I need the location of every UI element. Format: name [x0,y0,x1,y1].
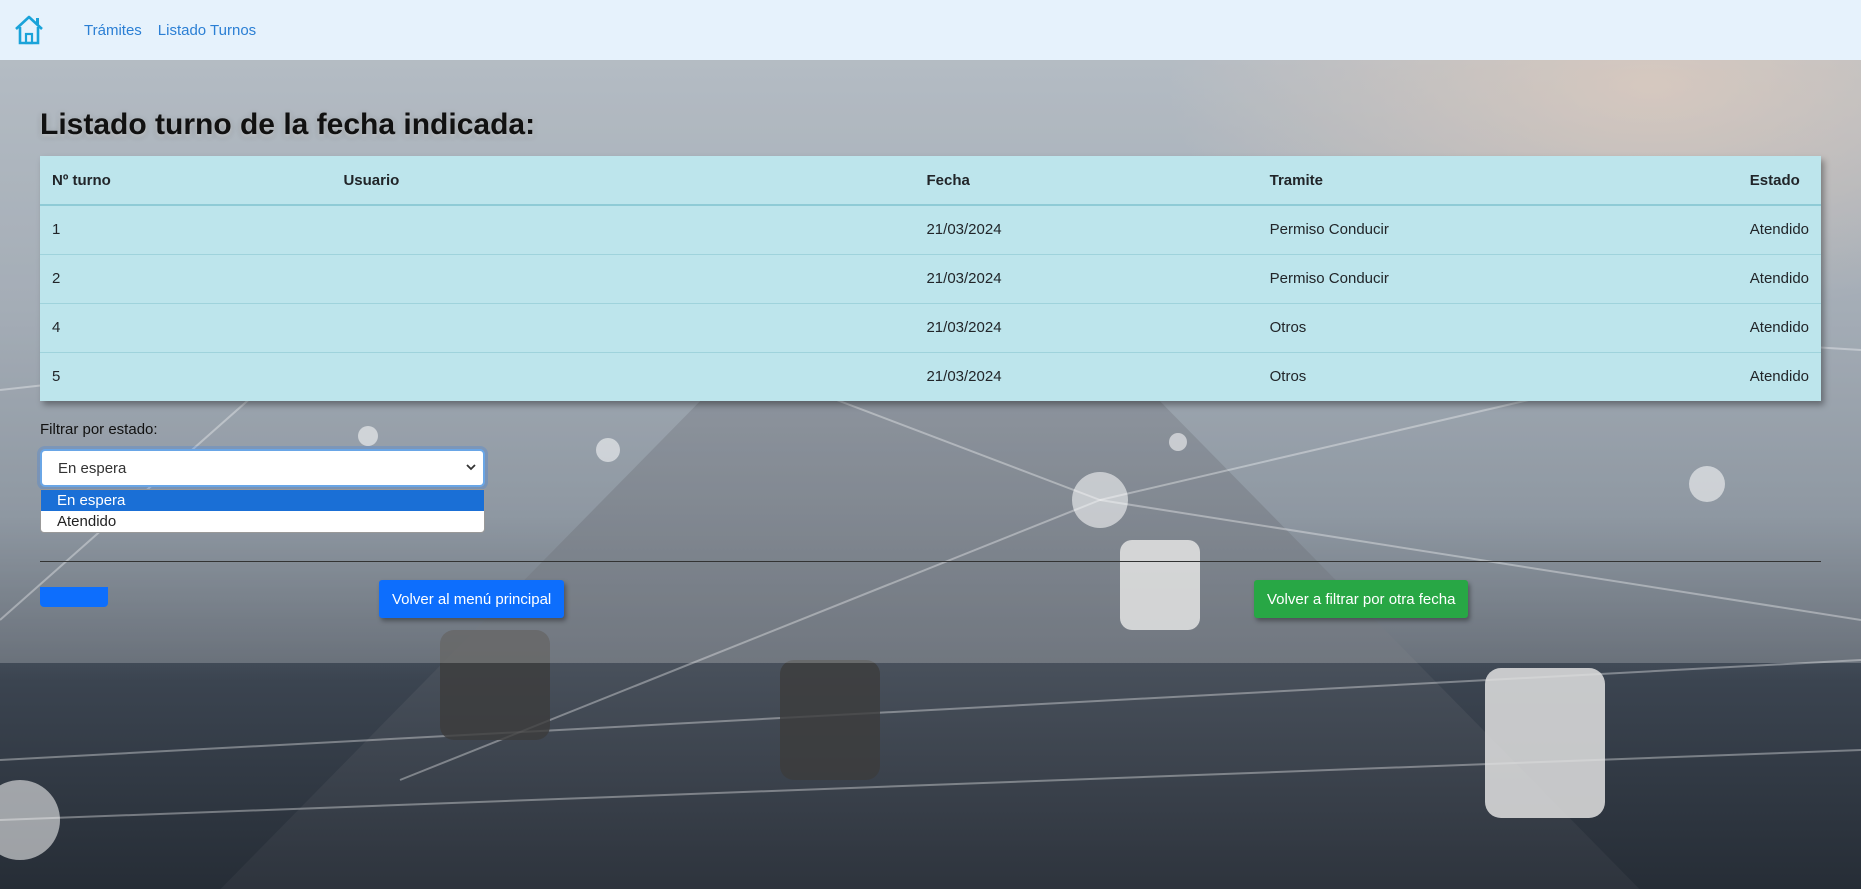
estado-dropdown-list: En espera Atendido [40,489,485,533]
cell-numero: 1 [40,204,332,254]
table-row: 4 21/03/2024 Otros Atendido [40,302,1821,352]
nav-link-listado-turnos[interactable]: Listado Turnos [158,22,256,39]
cell-usuario [331,351,915,401]
header-estado: Estado [1737,156,1821,206]
cell-fecha: 21/03/2024 [914,351,1258,401]
cell-fecha: 21/03/2024 [914,253,1258,303]
header-fecha: Fecha [914,156,1258,206]
cell-tramite: Permiso Conducir [1257,253,1738,303]
cell-tramite: Permiso Conducir [1257,204,1738,254]
cell-usuario [331,204,915,254]
cell-tramite: Otros [1257,351,1738,401]
filter-submit-button[interactable] [40,587,108,607]
turnos-table: Nº turno Usuario Fecha Tramite Estado 1 … [40,156,1821,401]
home-icon[interactable] [12,13,46,47]
cell-estado: Atendido [1737,302,1821,352]
table-row: 2 21/03/2024 Permiso Conducir Atendido [40,253,1821,303]
nav-link-tramites[interactable]: Trámites [84,22,142,39]
table-row: 1 21/03/2024 Permiso Conducir Atendido [40,204,1821,254]
cell-usuario [331,253,915,303]
header-usuario: Usuario [331,156,915,206]
cell-tramite: Otros [1257,302,1738,352]
cell-fecha: 21/03/2024 [914,204,1258,254]
cell-numero: 5 [40,351,332,401]
estado-select-value: En espera [58,459,127,477]
turnos-table-container: Nº turno Usuario Fecha Tramite Estado 1 … [40,156,1821,401]
cell-usuario [331,302,915,352]
header-numero-turno: Nº turno [40,156,332,206]
refilter-date-button[interactable]: Volver a filtrar por otra fecha [1254,580,1469,618]
dropdown-option-atendido[interactable]: Atendido [41,511,484,532]
cell-numero: 4 [40,302,332,352]
page-title: Listado turno de la fecha indicada: [40,108,536,141]
cell-estado: Atendido [1737,204,1821,254]
cell-estado: Atendido [1737,253,1821,303]
cell-fecha: 21/03/2024 [914,302,1258,352]
header-tramite: Tramite [1257,156,1738,206]
table-row: 5 21/03/2024 Otros Atendido [40,351,1821,401]
cell-numero: 2 [40,253,332,303]
back-to-main-menu-button[interactable]: Volver al menú principal [379,580,565,618]
chevron-down-icon [465,460,477,477]
section-divider [40,561,1821,562]
main-content: Listado turno de la fecha indicada: Nº t… [40,60,1821,618]
filter-label: Filtrar por estado: [40,421,158,438]
cell-estado: Atendido [1737,351,1821,401]
navbar: Trámites Listado Turnos [0,0,1861,60]
table-header-row: Nº turno Usuario Fecha Tramite Estado [40,156,1821,206]
dropdown-option-en-espera[interactable]: En espera [41,490,484,511]
estado-select[interactable]: En espera [40,449,485,487]
